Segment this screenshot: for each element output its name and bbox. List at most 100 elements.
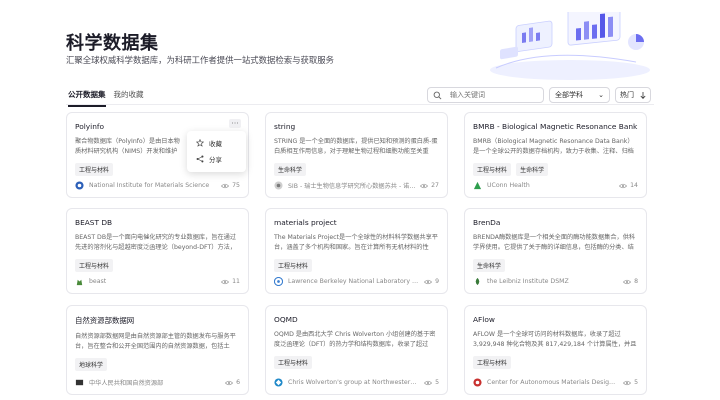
- view-count: 14: [619, 182, 638, 189]
- card-footer: the Leibniz Institute DSMZ 8: [473, 277, 638, 286]
- card-description: 聚合物数据库（PolyInfo）是由日本物质材料研究机构（NIMS）开发和维护的…: [75, 138, 180, 155]
- card-tag: 工程与材料: [473, 163, 512, 176]
- card-organization: beast: [89, 278, 107, 285]
- view-count: 8: [623, 278, 638, 285]
- card-description: BEAST DB是一个面向电催化研究的专业数据库，旨在通过先进的溶剂化与超越密度…: [75, 234, 237, 251]
- view-count-value: 8: [634, 278, 638, 285]
- card-tag: 工程与材料: [75, 163, 114, 176]
- sort-select[interactable]: 热门: [615, 87, 651, 103]
- dsmz-logo-icon: [475, 277, 480, 286]
- dataset-card-string[interactable]: string STRING 是一个全面的数据库，提供已知和预测的蛋白质-蛋白质相…: [265, 112, 448, 198]
- view-count-value: 75: [232, 182, 240, 189]
- eye-icon: [424, 380, 433, 385]
- card-title: BrenDa: [473, 218, 501, 227]
- card-organization: Chris Wolverton's group at Northwestern …: [288, 379, 420, 386]
- subject-filter-value: 全部学科: [555, 91, 583, 99]
- card-footer: Center for Autonomous Materials Design, …: [473, 378, 638, 387]
- sort-value: 热门: [620, 91, 634, 99]
- lbnl-logo-icon: [274, 277, 283, 286]
- card-title: OQMD: [274, 315, 298, 324]
- card-tag: 工程与材料: [274, 356, 313, 369]
- card-organization: SIB - 瑞士生物信息学研究所心数据苏共 - 诺和诺德基金会蛋白质研究中心: [288, 183, 416, 190]
- view-count: 6: [225, 379, 240, 386]
- search-icon: [433, 91, 442, 99]
- card-footer: SIB - 瑞士生物信息学研究所心数据苏共 - 诺和诺德基金会蛋白质研究中心 2…: [274, 181, 439, 190]
- view-count-value: 6: [236, 379, 240, 386]
- card-organization: National Institute for Materials Science: [89, 182, 210, 189]
- card-organization: Center for Autonomous Materials Design, …: [487, 379, 619, 386]
- page: 科学数据集 汇聚全球权威科学数据库，为科研工作者提供一站式数据检索与获取服务 公…: [0, 0, 720, 400]
- card-title: 自然资源部数据网: [75, 316, 135, 325]
- card-footer: UConn Health 14: [473, 181, 638, 190]
- uconn-logo-icon: [473, 181, 482, 190]
- card-tag: 工程与材料: [75, 259, 114, 272]
- card-description: BRENDA酶数据库是一个相关全面的酶功能数据集合，供科学界使用。它提供了关于酶…: [473, 234, 636, 251]
- view-count: 27: [420, 182, 439, 189]
- share-menu-item[interactable]: 分享: [187, 151, 246, 167]
- eye-icon: [424, 279, 433, 284]
- card-title: AFlow: [473, 315, 495, 324]
- page-title: 科学数据集: [66, 33, 159, 54]
- eye-icon: [221, 279, 230, 284]
- dataset-card-brenda[interactable]: BrenDa BRENDA酶数据库是一个相关全面的酶功能数据集合，供科学界使用。…: [464, 208, 647, 294]
- card-organization: 中华人民共和国自然资源部: [89, 380, 164, 387]
- view-count-value: 9: [435, 278, 439, 285]
- dataset-card-bmrb[interactable]: BMRB - Biological Magnetic Resonance Ban…: [464, 112, 647, 198]
- search-box[interactable]: [427, 87, 544, 103]
- eye-icon: [420, 183, 429, 188]
- view-count-value: 14: [630, 182, 638, 189]
- sib-logo-icon: [274, 181, 283, 190]
- beast-logo-icon: [76, 279, 83, 286]
- favorite-label: 收藏: [209, 140, 222, 148]
- page-subtitle: 汇聚全球权威科学数据库，为科研工作者提供一站式数据检索与获取服务: [66, 55, 334, 65]
- nims-logo-icon: [75, 181, 84, 190]
- mnr-logo-icon: [75, 379, 84, 386]
- chevron-down-icon: ⌄: [598, 91, 604, 99]
- dataset-card-aflow[interactable]: AFlow AFLOW 是一个全球可访问的材料数据库，收录了超过 3,929,9…: [464, 305, 647, 395]
- card-tag: 地球科学: [75, 358, 108, 371]
- view-count: 9: [424, 278, 439, 285]
- share-icon: [196, 155, 204, 163]
- card-title: BMRB - Biological Magnetic Resonance Ban…: [473, 122, 638, 131]
- card-footer: National Institute for Materials Science…: [75, 181, 240, 190]
- card-title: materials project: [274, 218, 337, 227]
- subject-filter-select[interactable]: 全部学科 ⌄: [549, 87, 610, 103]
- eye-icon: [221, 183, 230, 188]
- card-footer: Lawrence Berkeley National Laboratory (L…: [274, 277, 439, 286]
- northwestern-logo-icon: [274, 378, 283, 387]
- eye-icon: [225, 380, 234, 385]
- more-options-button[interactable]: ···: [229, 119, 241, 128]
- card-footer: Chris Wolverton's group at Northwestern …: [274, 378, 439, 387]
- eye-icon: [619, 183, 628, 188]
- card-organization: the Leibniz Institute DSMZ: [487, 278, 569, 285]
- card-description: OQMD 是由西北大学 Chris Wolverton 小组创建的基于密度泛函理…: [274, 331, 436, 348]
- view-count-value: 5: [634, 379, 638, 386]
- favorite-menu-item[interactable]: 收藏: [187, 135, 246, 151]
- view-count: 75: [221, 182, 240, 189]
- dataset-card-beast-db[interactable]: BEAST DB BEAST DB是一个面向电催化研究的专业数据库，旨在通过先进…: [66, 208, 249, 294]
- card-tag: 生命科学: [516, 163, 549, 176]
- card-title: string: [274, 122, 296, 131]
- dataset-card-materials-project[interactable]: materials project The Materials Project是…: [265, 208, 448, 294]
- card-description: AFLOW 是一个全球可访问的材料数据库，收录了超过 3,929,948 种化合…: [473, 331, 637, 348]
- dataset-card-mnr-data[interactable]: 自然资源部数据网 自然资源部数据网是由自然资源部主管的数据发布与服务平台，旨在整…: [66, 305, 249, 395]
- search-input[interactable]: [450, 91, 540, 99]
- aflow-logo-icon: [473, 378, 482, 387]
- view-count: 5: [623, 379, 638, 386]
- sort-arrow-icon: [640, 91, 646, 99]
- eye-icon: [623, 279, 632, 284]
- card-description: BMRB（Biological Magnetic Resonance Data …: [473, 138, 634, 155]
- card-description: The Materials Project是一个全球性的材料科学数据共享平台，涵…: [274, 234, 438, 251]
- view-count-value: 5: [435, 379, 439, 386]
- star-icon: [196, 139, 204, 147]
- card-organization: UConn Health: [487, 182, 530, 189]
- view-count: 11: [221, 278, 240, 285]
- card-title: Polyinfo: [75, 122, 105, 131]
- card-footer: 中华人民共和国自然资源部 6: [75, 378, 240, 387]
- share-label: 分享: [209, 156, 222, 164]
- card-description: 自然资源部数据网是由自然资源部主管的数据发布与服务平台，旨在整合和公开全国范围内…: [75, 333, 236, 350]
- card-footer: beast 11: [75, 277, 240, 286]
- hero-illustration: [490, 12, 650, 80]
- dataset-card-oqmd[interactable]: OQMD OQMD 是由西北大学 Chris Wolverton 小组创建的基于…: [265, 305, 448, 395]
- eye-icon: [623, 380, 632, 385]
